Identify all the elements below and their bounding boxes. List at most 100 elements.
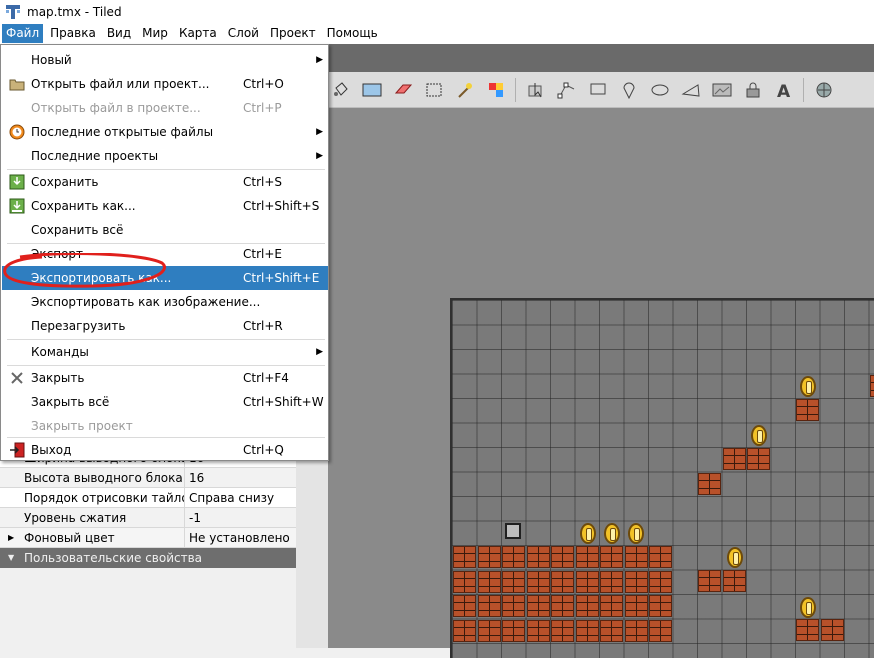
brick-tile: [649, 619, 672, 642]
section-title: Пользовательские свойства: [24, 551, 203, 565]
menu-item-recent-projects[interactable]: Последние проекты ▶: [2, 144, 328, 168]
brick-tile: [821, 619, 844, 641]
brick-tile: [698, 570, 721, 592]
recent-clock-icon: [9, 124, 25, 140]
menu-item-new[interactable]: Новый ▶: [2, 48, 328, 72]
toolbar-separator: [803, 77, 804, 102]
brick-tile: [575, 595, 599, 617]
save-icon: [9, 174, 25, 190]
property-value[interactable]: 16: [185, 468, 296, 487]
menu-item-close-project[interactable]: Закрыть проект: [2, 414, 328, 438]
tools-toolbar: A: [328, 72, 874, 108]
insert-tile-icon[interactable]: [711, 79, 733, 101]
menu-item-exit[interactable]: Выход Ctrl+Q: [2, 438, 328, 462]
brick-tile: [649, 570, 672, 593]
brick-tile: [698, 473, 721, 495]
brick-tile: [477, 595, 501, 617]
menu-edit[interactable]: Правка: [46, 24, 100, 43]
property-value[interactable]: Справа снизу: [185, 488, 296, 507]
menu-bar: Файл Правка Вид Мир Карта Слой Проект По…: [0, 23, 874, 44]
save-as-icon: [9, 198, 25, 214]
brick-tile: [649, 546, 672, 568]
insert-point-icon[interactable]: [618, 79, 640, 101]
open-folder-icon: [9, 76, 25, 92]
menu-item-save[interactable]: Сохранить Ctrl+S: [2, 170, 328, 194]
rectangle-select-icon[interactable]: [423, 79, 445, 101]
edit-polygons-icon[interactable]: [556, 79, 578, 101]
property-name: Уровень сжатия: [0, 508, 185, 527]
brick-tile: [747, 448, 770, 470]
property-row[interactable]: Уровень сжатия -1: [0, 508, 296, 528]
property-name: Фоновый цвет: [0, 528, 185, 547]
property-row[interactable]: Порядок отрисовки тайлов Справа снизу: [0, 488, 296, 508]
shape-fill-icon[interactable]: [361, 79, 383, 101]
custom-properties-header[interactable]: ▼ Пользовательские свойства: [0, 548, 296, 568]
tiled-logo-icon: [5, 4, 21, 20]
menu-map[interactable]: Карта: [175, 24, 221, 43]
brick-tile: [526, 570, 550, 593]
coin-tile: [628, 523, 644, 544]
brick-tile: [526, 619, 550, 642]
brick-tile: [575, 619, 599, 642]
menu-file[interactable]: Файл: [2, 24, 44, 43]
brick-tile: [477, 619, 501, 642]
expand-arrow-icon[interactable]: ▶: [8, 533, 14, 542]
brick-tile: [600, 570, 623, 593]
brick-tile: [477, 570, 501, 593]
eraser-icon[interactable]: [392, 79, 414, 101]
submenu-arrow-icon: ▶: [316, 127, 323, 137]
magic-wand-icon[interactable]: [454, 79, 476, 101]
brick-tile: [600, 619, 623, 642]
menu-item-recent-files[interactable]: Последние открытые файлы ▶: [2, 120, 328, 144]
menu-item-commands[interactable]: Команды ▶: [2, 340, 328, 364]
menu-project[interactable]: Проект: [266, 24, 320, 43]
bucket-fill-icon[interactable]: [330, 79, 352, 101]
property-row[interactable]: ▶ Фоновый цвет Не установлено: [0, 528, 296, 548]
menu-world[interactable]: Мир: [138, 24, 172, 43]
menu-item-save-all[interactable]: Сохранить всё: [2, 218, 328, 242]
map-canvas[interactable]: [328, 108, 874, 658]
insert-rectangle-icon[interactable]: [587, 79, 609, 101]
insert-polygon-icon[interactable]: [680, 79, 702, 101]
brick-tile: [723, 570, 746, 592]
window-title: map.tmx - Tiled: [27, 4, 122, 19]
submenu-arrow-icon: ▶: [316, 55, 323, 65]
collapse-arrow-icon[interactable]: ▼: [8, 553, 14, 562]
title-bar: map.tmx - Tiled: [0, 0, 874, 23]
menu-item-export[interactable]: Экспорт Ctrl+E: [2, 242, 328, 266]
menu-item-export-as-image[interactable]: Экспортировать как изображение...: [2, 290, 328, 314]
property-row[interactable]: Высота выводного блока 16: [0, 468, 296, 488]
menu-item-close-all[interactable]: Закрыть всё Ctrl+Shift+W: [2, 390, 328, 414]
menu-item-close[interactable]: Закрыть Ctrl+F4: [2, 366, 328, 390]
brick-tile: [624, 570, 648, 593]
coin-tile: [580, 523, 596, 544]
select-objects-icon[interactable]: [525, 79, 547, 101]
insert-template-icon[interactable]: [742, 79, 764, 101]
menu-item-open-in-project[interactable]: Открыть файл в проекте... Ctrl+P: [2, 96, 328, 120]
brick-tile: [502, 595, 525, 617]
svg-text:A: A: [777, 82, 791, 99]
insert-ellipse-icon[interactable]: [649, 79, 671, 101]
property-value[interactable]: -1: [185, 508, 296, 527]
menu-help[interactable]: Помощь: [323, 24, 382, 43]
brick-tile: [526, 595, 550, 617]
tile-map[interactable]: [450, 298, 874, 658]
property-value[interactable]: Не установлено: [185, 528, 296, 547]
brick-tile: [624, 546, 648, 568]
brick-tile: [796, 399, 819, 421]
insert-text-icon[interactable]: A: [773, 79, 795, 101]
block-tile: [505, 523, 521, 539]
menu-item-open[interactable]: Открыть файл или проект... Ctrl+O: [2, 72, 328, 96]
menu-item-save-as[interactable]: Сохранить как... Ctrl+Shift+S: [2, 194, 328, 218]
panel-gutter: [296, 448, 328, 648]
menu-layer[interactable]: Слой: [224, 24, 263, 43]
property-name: Высота выводного блока: [0, 468, 185, 487]
select-same-tile-icon[interactable]: [485, 79, 507, 101]
property-name: Порядок отрисовки тайлов: [0, 488, 185, 507]
close-icon: [9, 370, 25, 386]
menu-view[interactable]: Вид: [103, 24, 135, 43]
toolbar-separator: [515, 77, 516, 102]
world-tool-icon[interactable]: [813, 79, 835, 101]
menu-item-export-as[interactable]: Экспортировать как... Ctrl+Shift+E: [2, 266, 328, 290]
menu-item-reload[interactable]: Перезагрузить Ctrl+R: [2, 314, 328, 338]
